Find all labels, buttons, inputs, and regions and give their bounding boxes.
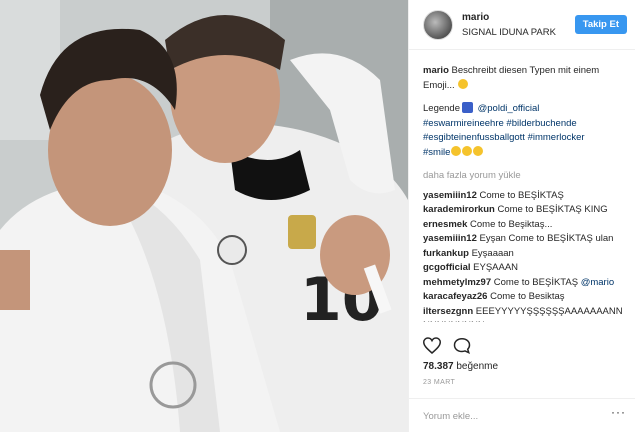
- comment-text: EYŞAAAN: [473, 262, 519, 273]
- caption-tags: Legende @poldi_official #eswarmireineehr…: [423, 102, 629, 160]
- grin-emoji-icon: [458, 78, 469, 89]
- comment-bubble-icon[interactable]: [453, 337, 471, 357]
- hashtags-line-2[interactable]: #esgibteinenfussballgott #immerlocker: [423, 132, 585, 143]
- post-sidebar: mario SIGNAL IDUNA PARK Takip Et mario B…: [408, 0, 635, 432]
- grin-emoji-icon: [473, 145, 484, 156]
- comment-text: Come to Besiktaş: [490, 291, 565, 302]
- comment-text: Eyşaaaan: [471, 247, 514, 259]
- comment-mention[interactable]: @mario: [581, 277, 614, 288]
- comment-username[interactable]: yasemiiin12: [423, 190, 477, 201]
- comment-item: gcgofficial EYŞAAAN: [423, 261, 629, 276]
- photo-illustration: 10: [0, 0, 408, 432]
- hashtags-line-3[interactable]: #smile: [423, 147, 450, 158]
- comment-username[interactable]: iltersezgnn: [423, 306, 473, 317]
- comment-item: karacafeyaz26 Come to Besiktaş: [423, 290, 629, 305]
- crown-badge-icon: [461, 102, 473, 113]
- comment-item: yasemiiin12 Eyşan Come to BEŞİKTAŞ ulan: [423, 232, 629, 247]
- action-bar: [422, 337, 471, 357]
- comment-username[interactable]: furkankup: [423, 248, 469, 259]
- comment-text: Eyşan Come to BEŞİKTAŞ ulan: [479, 233, 614, 244]
- header-location[interactable]: SIGNAL IDUNA PARK: [462, 25, 575, 40]
- likes-count[interactable]: 78.387 beğenme: [423, 361, 498, 372]
- comment-item: ernesmek Come to Beşiktaş...: [423, 218, 629, 233]
- comment-item: furkankup Eyşaaaan: [423, 247, 629, 262]
- comment-text: Come to BEŞİKTAŞ: [493, 276, 579, 288]
- comment-bubble-icon-svg: [453, 337, 471, 354]
- comment-item: iltersezgnn EEEYYYYYŞŞŞŞŞŞAAAAAAANN NNNN…: [423, 305, 629, 323]
- comment-username[interactable]: ernesmek: [423, 219, 467, 230]
- comments-list: mario Beschreibt diesen Typen mit einem …: [423, 64, 629, 322]
- comment-item: yasemiiin12 Come to BEŞİKTAŞ: [423, 189, 629, 204]
- add-comment-bar: [409, 398, 635, 432]
- caption-comment: mario Beschreibt diesen Typen mit einem …: [423, 64, 629, 93]
- comment-item: karademirorkun Come to BEŞİKTAŞ KING: [423, 203, 629, 218]
- add-comment-input[interactable]: [423, 411, 603, 422]
- grin-emoji-icon: [451, 145, 462, 156]
- legend-word: Legende: [423, 103, 460, 114]
- heart-icon[interactable]: [422, 337, 442, 357]
- post-header: mario SIGNAL IDUNA PARK Takip Et: [409, 0, 635, 50]
- hashtags-line-1[interactable]: #eswarmireineehre #bilderbuchende: [423, 118, 577, 129]
- comment-text: Come to BEŞİKTAŞ KING: [497, 204, 608, 215]
- header-meta: mario SIGNAL IDUNA PARK: [462, 10, 575, 40]
- comment-item: mehmetylmz97 Come to BEŞİKTAŞ @mario: [423, 276, 629, 291]
- likes-label: beğenme: [456, 361, 499, 372]
- comment-text: Come to BEŞİKTAŞ: [479, 189, 564, 201]
- post-photo[interactable]: 10: [0, 0, 408, 432]
- caption-text: Beschreibt diesen Typen mit einem Emoji.…: [423, 65, 600, 91]
- heart-icon-svg: [422, 337, 442, 354]
- post-date: 23 MART: [423, 379, 456, 386]
- more-dots-icon[interactable]: ···: [611, 406, 627, 418]
- comment-text: Come to Beşiktaş...: [470, 218, 553, 230]
- load-more-comments[interactable]: daha fazla yorum yükle: [423, 169, 629, 184]
- grin-emoji-icon: [462, 145, 473, 156]
- follow-button[interactable]: Takip Et: [574, 15, 627, 34]
- comment-username[interactable]: yasemiiin12: [423, 233, 477, 244]
- avatar[interactable]: [423, 9, 453, 40]
- instagram-post: 10 mario SIGNAL IDUNA PARK Takip Et mari…: [0, 0, 635, 432]
- header-username[interactable]: mario: [462, 10, 575, 25]
- comment-username[interactable]: gcgofficial: [423, 262, 471, 273]
- comment-username[interactable]: mehmetylmz97: [423, 277, 491, 288]
- caption-mention[interactable]: @poldi_official: [478, 103, 540, 114]
- likes-number: 78.387: [423, 361, 454, 372]
- comment-username[interactable]: karacafeyaz26: [423, 291, 487, 302]
- caption-username[interactable]: mario: [423, 65, 449, 76]
- comment-username[interactable]: karademirorkun: [423, 204, 495, 215]
